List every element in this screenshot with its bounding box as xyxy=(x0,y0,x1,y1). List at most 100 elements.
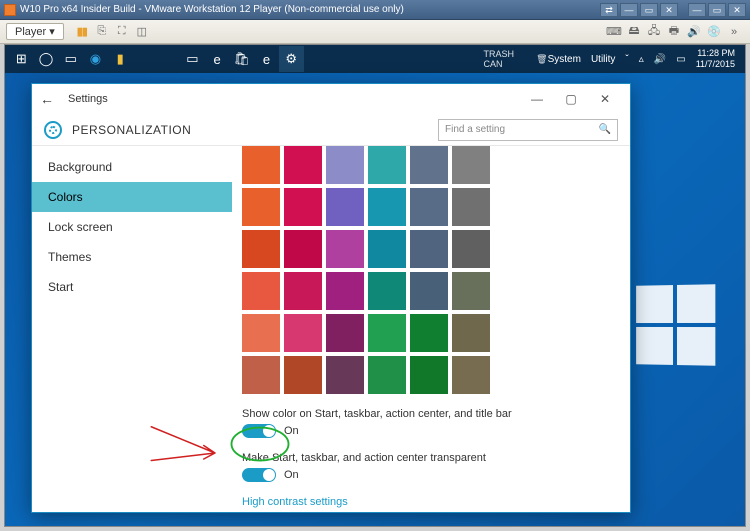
high-contrast-link[interactable]: High contrast settings xyxy=(242,496,620,508)
gear-icon xyxy=(44,121,62,139)
tray-chevron-icon[interactable]: ˇ xyxy=(625,54,628,65)
color-swatch[interactable] xyxy=(242,188,280,226)
color-swatch[interactable] xyxy=(284,272,322,310)
tray-network-icon[interactable]: ▵ xyxy=(639,54,644,65)
host-icon-b[interactable]: — xyxy=(620,3,638,17)
color-swatch[interactable] xyxy=(368,146,406,184)
sidebar-item-colors[interactable]: Colors xyxy=(32,182,232,212)
color-swatch[interactable] xyxy=(284,230,322,268)
browser-icon[interactable]: ◉ xyxy=(83,46,108,72)
host-window-title: W10 Pro x64 Insider Build - VMware Works… xyxy=(20,4,600,15)
show-color-toggle[interactable] xyxy=(242,424,276,438)
tray-system-label[interactable]: System xyxy=(548,54,581,65)
start-button-icon[interactable]: ⊞ xyxy=(9,46,34,72)
device-icon-6[interactable]: 💿 xyxy=(706,24,722,40)
host-icon-a[interactable]: ⇄ xyxy=(600,3,618,17)
store-icon[interactable]: 🛍 xyxy=(229,46,254,72)
tray-notifications-icon[interactable]: ▭ xyxy=(676,54,685,65)
taskbar-clock[interactable]: 11:28 PM 11/7/2015 xyxy=(696,48,735,70)
color-swatch[interactable] xyxy=(410,230,448,268)
device-icon-1[interactable]: ⌨ xyxy=(606,24,622,40)
ie-icon[interactable]: e xyxy=(254,46,279,72)
trash-icon: 🗑 xyxy=(536,54,547,65)
transparency-state: On xyxy=(284,469,299,481)
color-swatch[interactable] xyxy=(242,272,280,310)
color-swatch[interactable] xyxy=(410,188,448,226)
transparency-toggle[interactable] xyxy=(242,468,276,482)
color-swatch[interactable] xyxy=(326,314,364,352)
color-swatch[interactable] xyxy=(242,230,280,268)
color-swatch[interactable] xyxy=(242,314,280,352)
host-icon-d[interactable]: ✕ xyxy=(660,3,678,17)
color-swatch[interactable] xyxy=(326,188,364,226)
color-swatch[interactable] xyxy=(452,314,490,352)
color-swatch[interactable] xyxy=(326,356,364,394)
fullscreen-icon[interactable]: ⛶ xyxy=(114,24,130,40)
show-color-option: Show color on Start, taskbar, action cen… xyxy=(242,408,620,438)
host-close-button[interactable]: ✕ xyxy=(728,3,746,17)
color-swatch[interactable] xyxy=(452,146,490,184)
color-swatch[interactable] xyxy=(410,146,448,184)
sidebar-item-background[interactable]: Background xyxy=(32,152,232,182)
sidebar-item-themes[interactable]: Themes xyxy=(32,242,232,272)
color-swatch[interactable] xyxy=(368,188,406,226)
taskview-icon[interactable]: ▭ xyxy=(58,46,83,72)
device-icon-5[interactable]: 🔊 xyxy=(686,24,702,40)
color-swatch[interactable] xyxy=(452,188,490,226)
trash-can-shortcut[interactable]: TRASH CAN 🗑 xyxy=(484,49,548,69)
color-swatch[interactable] xyxy=(284,146,322,184)
color-swatch[interactable] xyxy=(284,188,322,226)
device-icon-2[interactable]: 🖴 xyxy=(626,24,642,40)
color-swatch[interactable] xyxy=(242,146,280,184)
color-swatch[interactable] xyxy=(326,146,364,184)
color-swatch[interactable] xyxy=(410,314,448,352)
color-swatch[interactable] xyxy=(284,314,322,352)
color-swatch[interactable] xyxy=(452,230,490,268)
edge-icon[interactable]: e xyxy=(205,46,230,72)
tray-volume-icon[interactable]: 🔊 xyxy=(654,54,666,65)
file-explorer-icon[interactable]: ▮ xyxy=(108,46,133,72)
color-swatch[interactable] xyxy=(452,356,490,394)
windows-logo-wallpaper xyxy=(636,284,715,366)
tray-utility-label[interactable]: Utility xyxy=(591,54,615,65)
host-icon-c[interactable]: ▭ xyxy=(640,3,658,17)
color-swatch-grid xyxy=(242,146,620,394)
transparency-option: Make Start, taskbar, and action center t… xyxy=(242,452,620,482)
device-icon-4[interactable]: 🖶 xyxy=(666,24,682,40)
host-minimize-button[interactable]: — xyxy=(688,3,706,17)
color-swatch[interactable] xyxy=(242,356,280,394)
color-swatch[interactable] xyxy=(368,230,406,268)
color-swatch[interactable] xyxy=(410,356,448,394)
color-swatch[interactable] xyxy=(368,272,406,310)
settings-taskbar-icon[interactable]: ⚙ xyxy=(279,46,304,72)
show-color-state: On xyxy=(284,425,299,437)
color-swatch[interactable] xyxy=(326,230,364,268)
color-swatch[interactable] xyxy=(368,356,406,394)
color-swatch[interactable] xyxy=(326,272,364,310)
device-icon-3[interactable]: 🖧 xyxy=(646,24,662,40)
color-swatch[interactable] xyxy=(410,272,448,310)
settings-minimize-button[interactable]: — xyxy=(520,92,554,106)
settings-sidebar: BackgroundColorsLock screenThemesStart xyxy=(32,146,232,512)
player-menu-button[interactable]: Player ▾ xyxy=(6,23,64,40)
color-swatch[interactable] xyxy=(368,314,406,352)
snapshot-icon[interactable]: ⎘ xyxy=(94,24,110,40)
host-maximize-button[interactable]: ▭ xyxy=(708,3,726,17)
settings-titlebar[interactable]: ← Settings — ▢ ✕ xyxy=(32,84,630,114)
pause-icon[interactable]: ▮▮ xyxy=(74,24,90,40)
tools-menu-icon[interactable]: » xyxy=(726,24,742,40)
app-icon-1[interactable]: ▭ xyxy=(180,46,205,72)
back-button-icon[interactable]: ← xyxy=(40,91,54,107)
sidebar-item-start[interactable]: Start xyxy=(32,272,232,302)
search-input[interactable]: Find a setting 🔍 xyxy=(438,119,618,141)
vmware-toolbar: Player ▾ ▮▮ ⎘ ⛶ ◫ ⌨ 🖴 🖧 🖶 🔊 💿 » xyxy=(0,20,750,44)
unity-icon[interactable]: ◫ xyxy=(134,24,150,40)
page-title: PERSONALIZATION xyxy=(72,123,438,137)
settings-close-button[interactable]: ✕ xyxy=(588,92,622,106)
cortana-icon[interactable]: ◯ xyxy=(34,46,59,72)
color-swatch[interactable] xyxy=(284,356,322,394)
color-swatch[interactable] xyxy=(452,272,490,310)
settings-maximize-button[interactable]: ▢ xyxy=(554,92,588,106)
settings-window: ← Settings — ▢ ✕ PERSONALIZATION Find a … xyxy=(31,83,631,513)
sidebar-item-lock-screen[interactable]: Lock screen xyxy=(32,212,232,242)
